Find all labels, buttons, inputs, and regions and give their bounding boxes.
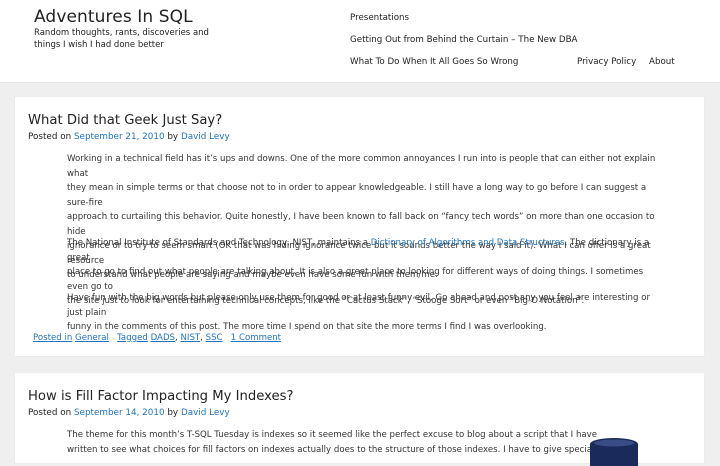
tag-link[interactable]: SSC	[206, 333, 223, 343]
paragraph-line: The National Institute of Standards and …	[67, 236, 659, 265]
post-meta: Posted on September 21, 2010 by David Le…	[28, 132, 230, 142]
tag-link[interactable]: DADS	[151, 333, 175, 343]
category-link[interactable]: General	[75, 333, 109, 343]
post-date-link[interactable]: September 14, 2010	[74, 408, 165, 418]
post-author-link[interactable]: David Levy	[181, 132, 230, 142]
paragraph-line: approach to curtailing this behavior. Qu…	[67, 212, 655, 237]
post-date-link[interactable]: September 21, 2010	[74, 132, 165, 142]
site-title[interactable]: Adventures In SQL	[34, 7, 193, 27]
nav-item-goes-wrong[interactable]: What To Do When It All Goes So Wrong	[350, 57, 518, 67]
posted-in-label[interactable]: Posted in	[33, 333, 72, 343]
paragraph-line: Working in a technical field has it’s up…	[67, 154, 656, 179]
paragraph-line: place to go to find out what people are …	[67, 267, 644, 292]
nav-item-privacy-policy[interactable]: Privacy Policy	[577, 57, 636, 67]
posted-on-label: Posted on	[28, 132, 72, 142]
post-author-link[interactable]: David Levy	[181, 408, 230, 418]
post-title[interactable]: How is Fill Factor Impacting My Indexes?	[28, 389, 294, 404]
dictionary-link[interactable]: Dictionary of Algorithms and Data Struct…	[371, 238, 565, 248]
by-label: by	[167, 132, 179, 142]
tagged-label[interactable]: Tagged	[117, 333, 148, 343]
paragraph-line: The theme for this month’s T-SQL Tuesday…	[67, 430, 598, 440]
post-article: What Did that Geek Just Say? Posted on S…	[15, 97, 704, 356]
paragraph-line: Have fun with the big words but please o…	[67, 293, 650, 318]
tag-link[interactable]: NIST	[180, 333, 200, 343]
post-paragraph: Have fun with the big words but please o…	[67, 291, 659, 335]
paragraph-text: The National Institute of Standards and …	[67, 238, 371, 248]
by-label: by	[167, 408, 179, 418]
site-header: Adventures In SQL Random thoughts, rants…	[0, 0, 720, 83]
post-footer-meta: Posted in General Tagged DADS, NIST, SSC…	[33, 333, 282, 343]
comments-link[interactable]: 1 Comment	[231, 333, 281, 343]
paragraph-line: they mean in simple terms or that choose…	[67, 183, 647, 208]
site-description: Random thoughts, rants, discoveries and …	[34, 28, 209, 50]
database-icon	[590, 438, 638, 466]
posted-on-label: Posted on	[28, 408, 72, 418]
post-paragraph: The theme for this month’s T-SQL Tuesday…	[67, 428, 598, 457]
nav-item-about[interactable]: About	[649, 57, 675, 67]
nav-item-new-dba[interactable]: Getting Out from Behind the Curtain – Th…	[350, 35, 577, 45]
post-title[interactable]: What Did that Geek Just Say?	[28, 113, 222, 128]
nav-item-presentations[interactable]: Presentations	[350, 13, 409, 23]
post-meta: Posted on September 14, 2010 by David Le…	[28, 408, 230, 418]
